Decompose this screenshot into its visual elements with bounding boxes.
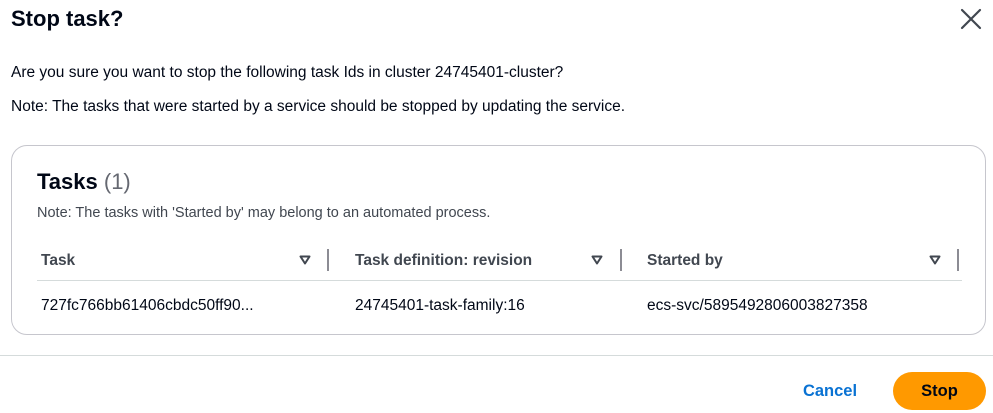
column-header-started-by[interactable]: Started by — [647, 241, 723, 280]
started-by-cell: ecs-svc/5895492806003827358 — [647, 297, 868, 314]
service-note: Note: The tasks that were started by a s… — [11, 98, 626, 115]
table-row: 727fc766bb61406cbdc50ff90... 24745401-ta… — [37, 281, 962, 331]
column-header-label: Task definition: revision — [355, 251, 533, 269]
column-header-label: Task — [41, 251, 76, 269]
tasks-count: (1) — [103, 169, 131, 194]
column-resizer[interactable] — [957, 249, 959, 271]
caret-down-icon[interactable] — [929, 255, 941, 265]
table-header-row: Task Task definition: revision Started b… — [37, 241, 962, 281]
stop-task-modal: Stop task? Are you sure you want to stop… — [0, 0, 993, 413]
close-button[interactable] — [955, 4, 987, 34]
column-resizer[interactable] — [327, 249, 329, 271]
caret-down-icon[interactable] — [591, 255, 603, 265]
task-id-cell: 727fc766bb61406cbdc50ff90... — [41, 297, 254, 314]
column-resizer[interactable] — [620, 249, 622, 271]
tasks-table: Task Task definition: revision Started b… — [37, 241, 962, 331]
column-header-task[interactable]: Task — [41, 241, 75, 280]
cancel-button[interactable]: Cancel — [790, 372, 870, 410]
tasks-note: Note: The tasks with 'Started by' may be… — [37, 205, 491, 221]
tasks-header: Tasks (1) — [37, 168, 131, 196]
close-icon — [960, 8, 982, 30]
column-header-task-definition[interactable]: Task definition: revision — [355, 241, 532, 280]
confirm-message: Are you sure you want to stop the follow… — [11, 64, 564, 81]
column-header-label: Started by — [647, 251, 723, 269]
modal-title: Stop task? — [11, 6, 124, 31]
tasks-title: Tasks — [37, 169, 98, 194]
caret-down-icon[interactable] — [299, 255, 311, 265]
footer-divider — [0, 355, 993, 356]
stop-button[interactable]: Stop — [893, 372, 986, 410]
tasks-container: Tasks (1) Note: The tasks with 'Started … — [11, 145, 986, 335]
task-definition-cell: 24745401-task-family:16 — [355, 297, 525, 314]
